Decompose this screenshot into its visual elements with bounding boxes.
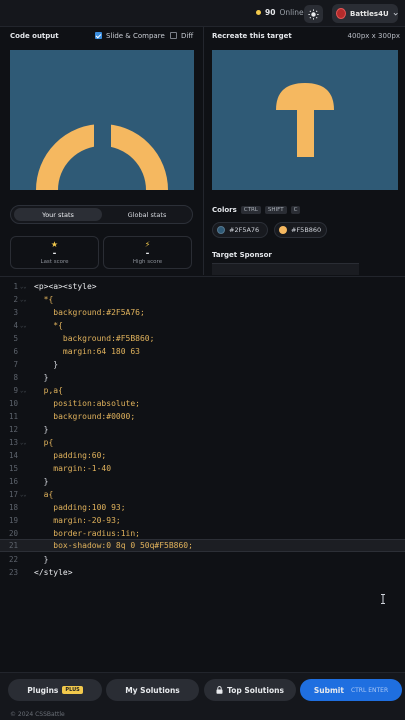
code-line[interactable]: 10 position:absolute; xyxy=(0,397,405,410)
target-sponsor-title: Target Sponsor xyxy=(212,251,272,259)
slide-compare-label: Slide & Compare xyxy=(106,31,165,40)
last-score-card: ★ - Last score xyxy=(10,236,99,269)
avatar xyxy=(336,8,347,19)
shortcut-key: CTRL xyxy=(240,206,261,214)
text-cursor-icon xyxy=(381,594,385,604)
color-swatch[interactable]: #F5B860 xyxy=(274,222,327,238)
target-title: Recreate this target xyxy=(212,31,292,40)
lock-icon xyxy=(216,686,223,694)
my-solutions-button[interactable]: My Solutions xyxy=(106,679,199,701)
code-output-header: Code output Slide & Compare Diff xyxy=(10,27,195,44)
code-line[interactable]: 19 margin:-20-93; xyxy=(0,514,405,527)
diff-checkbox[interactable]: Diff xyxy=(170,32,193,40)
plus-badge: PLUS xyxy=(62,686,83,694)
theme-toggle-button[interactable] xyxy=(304,5,323,23)
username: Battles4U xyxy=(350,9,389,18)
online-indicator: 90 Online xyxy=(256,8,304,17)
code-line[interactable]: 9 ⌄⌄ p,a{ xyxy=(0,384,405,397)
code-line[interactable]: 13 ⌄⌄ p{ xyxy=(0,436,405,449)
sun-icon xyxy=(308,8,319,20)
target-render xyxy=(276,83,334,157)
online-label: Online xyxy=(279,8,304,17)
sponsor-area xyxy=(212,263,359,275)
code-line-active[interactable]: 21 box-shadow:0 8q 0 50q#F5B860; xyxy=(0,539,405,552)
code-line[interactable]: 11 background:#0000; xyxy=(0,410,405,423)
bolt-icon: ⚡ xyxy=(144,240,151,249)
online-dot-icon xyxy=(256,10,261,15)
code-line[interactable]: 12 } xyxy=(0,423,405,436)
code-line[interactable]: 18 padding:100 93; xyxy=(0,501,405,514)
color-swatch[interactable]: #2F5A76 xyxy=(212,222,268,238)
target-canvas xyxy=(212,50,398,190)
stats-tabs: Your stats Global stats xyxy=(10,205,193,224)
code-line[interactable]: 5 background:#F5B860; xyxy=(0,332,405,345)
target-dimensions: 400px x 300px xyxy=(347,31,401,40)
code-line[interactable]: 23 </style> xyxy=(0,566,405,579)
color-hex: #2F5A76 xyxy=(229,226,260,234)
plugins-label: Plugins xyxy=(27,685,59,695)
colors-heading: Colors CTRL SHIFT C xyxy=(212,206,301,214)
code-line[interactable]: 15 margin:-1-40 xyxy=(0,462,405,475)
high-score-card: ⚡ - High score xyxy=(103,236,192,269)
shortcut-key: SHIFT xyxy=(264,206,287,214)
last-score-value: - xyxy=(52,249,57,259)
submit-button[interactable]: Submit CTRL ENTER xyxy=(300,679,402,701)
code-editor[interactable]: 1 ⌄⌄ <p><a><style> 2 ⌄⌄ *{ 3 background:#2F… xyxy=(0,276,405,671)
footer-copyright: © 2024 CSSBattle xyxy=(10,711,65,718)
tab-global-stats[interactable]: Global stats xyxy=(103,208,191,221)
tab-your-stats[interactable]: Your stats xyxy=(14,208,102,221)
color-dot-icon xyxy=(279,226,287,234)
output-render xyxy=(36,106,168,190)
high-score-value: - xyxy=(145,249,150,259)
top-bar: 90 Online Battles4U xyxy=(0,0,405,27)
online-count: 90 xyxy=(265,8,276,17)
code-line[interactable]: 22 } xyxy=(0,553,405,566)
my-solutions-label: My Solutions xyxy=(125,685,180,695)
top-solutions-button[interactable]: Top Solutions xyxy=(204,679,296,701)
code-line[interactable]: 4 ⌄⌄ *{ xyxy=(0,319,405,332)
submit-label: Submit xyxy=(313,685,344,695)
user-menu-button[interactable]: Battles4U xyxy=(332,4,398,23)
panel-divider xyxy=(203,27,204,275)
last-score-label: Last score xyxy=(40,259,69,265)
plugins-button[interactable]: Plugins PLUS xyxy=(8,679,102,701)
submit-shortcut: CTRL ENTER xyxy=(350,686,389,694)
checkbox-unchecked-icon xyxy=(170,32,177,39)
top-solutions-label: Top Solutions xyxy=(227,685,284,695)
high-score-label: High score xyxy=(132,259,163,265)
target-header: Recreate this target 400px x 300px xyxy=(212,27,400,44)
chevron-down-icon xyxy=(393,12,398,15)
code-line[interactable]: 8 } xyxy=(0,371,405,384)
checkbox-checked-icon xyxy=(95,32,102,39)
code-line[interactable]: 2 ⌄⌄ *{ xyxy=(0,293,405,306)
colors-title: Colors xyxy=(212,206,237,214)
diff-label: Diff xyxy=(181,31,194,40)
code-output-title: Code output xyxy=(10,31,59,40)
code-line[interactable]: 1 ⌄⌄ <p><a><style> xyxy=(0,280,405,293)
shortcut-key: C xyxy=(290,206,301,214)
star-icon: ★ xyxy=(50,240,59,249)
code-line[interactable]: 16 } xyxy=(0,475,405,488)
code-line[interactable]: 17 ⌄⌄ a{ xyxy=(0,488,405,501)
code-output-canvas[interactable] xyxy=(10,50,194,190)
color-dot-icon xyxy=(217,226,225,234)
code-line[interactable]: 14 padding:60; xyxy=(0,449,405,462)
color-hex: #F5B860 xyxy=(291,226,322,234)
code-line[interactable]: 6 margin:64 180 63 xyxy=(0,345,405,358)
code-line[interactable]: 3 background:#2F5A76; xyxy=(0,306,405,319)
slide-compare-checkbox[interactable]: Slide & Compare xyxy=(95,32,165,40)
code-line[interactable]: 7 } xyxy=(0,358,405,371)
